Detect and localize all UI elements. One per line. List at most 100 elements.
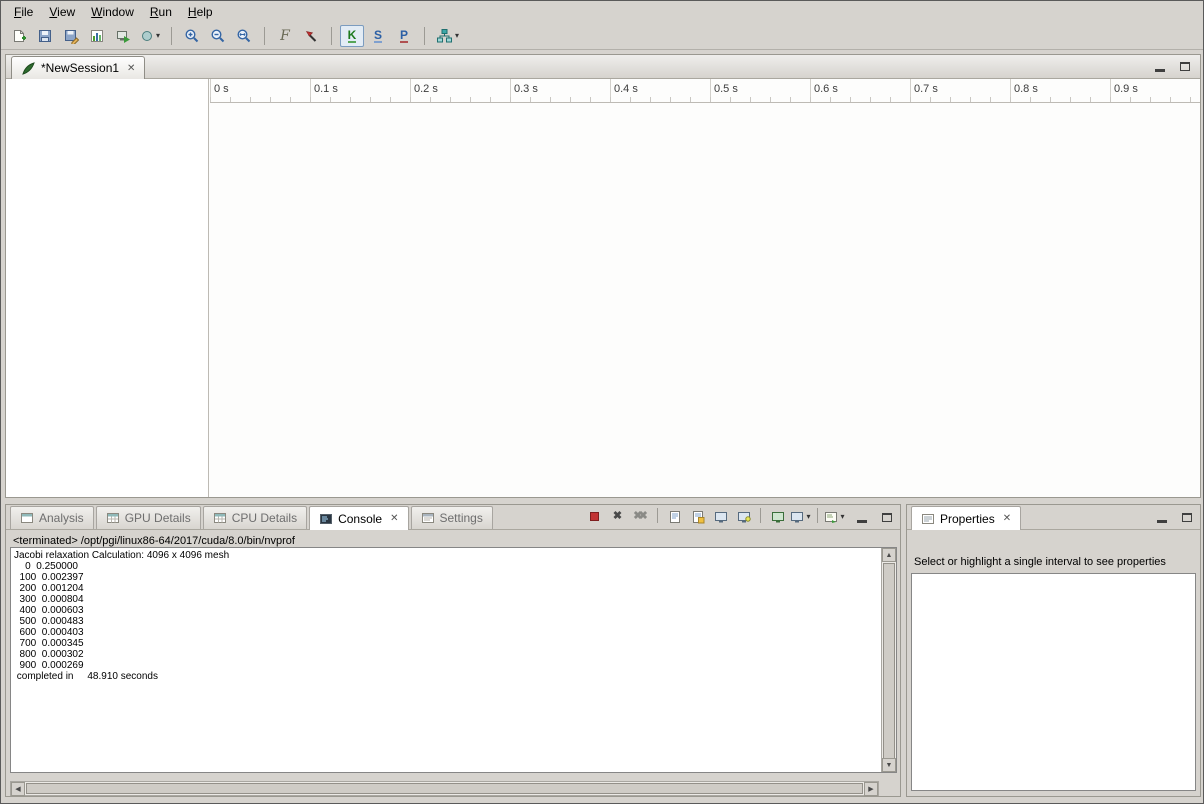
- analysis-tab-icon: [20, 511, 34, 525]
- display-console-icon: [790, 509, 804, 525]
- display-console-dropdown-button[interactable]: ▾: [790, 507, 811, 526]
- console-panel: Analysis GPU Details CPU Details Console…: [5, 504, 901, 797]
- remove-all-launches-button[interactable]: ✖✖: [630, 507, 651, 526]
- toolbar-separator: [657, 508, 658, 523]
- marker-f-button[interactable]: F: [273, 25, 297, 47]
- bottom-tab-bar: Analysis GPU Details CPU Details Console…: [6, 505, 900, 530]
- session-tab-label: *NewSession1: [41, 61, 119, 75]
- nvvp-window: File View Window Run Help ▾: [0, 0, 1204, 804]
- export-button[interactable]: [111, 25, 135, 47]
- ruler-tick: 0.9 s: [1110, 79, 1111, 102]
- show-console-on-output-button[interactable]: [733, 507, 754, 526]
- scroll-right-button[interactable]: ▶: [864, 782, 878, 796]
- settings-tab-icon: [421, 511, 435, 525]
- clear-console-icon: [667, 509, 683, 525]
- minimize-icon: [1157, 520, 1167, 523]
- reset-view-button[interactable]: [299, 25, 323, 47]
- word-wrap-button[interactable]: [687, 507, 708, 526]
- arrow-up-icon: ▲: [886, 552, 893, 559]
- new-session-button[interactable]: [7, 25, 31, 47]
- zoom-out-button[interactable]: [206, 25, 230, 47]
- menu-item[interactable]: Run: [142, 2, 180, 22]
- main-toolbar: ▾ F K S P ▾: [1, 23, 1203, 50]
- menu-item[interactable]: Help: [180, 2, 221, 22]
- minimize-button[interactable]: [1151, 58, 1169, 75]
- toolbar-separator: [331, 27, 332, 45]
- new-session-icon: [11, 28, 27, 44]
- analysis-dropdown-button[interactable]: ▾: [433, 25, 462, 47]
- chart-button[interactable]: [85, 25, 109, 47]
- marker-f-icon: F: [280, 28, 290, 44]
- properties-tab-bar: Properties ✕: [907, 505, 1200, 530]
- save-button[interactable]: [33, 25, 57, 47]
- scroll-up-button[interactable]: ▲: [882, 548, 896, 562]
- remove-launch-icon: ✖: [613, 511, 622, 522]
- menu-item[interactable]: File: [6, 2, 41, 22]
- console-horizontal-scrollbar[interactable]: ◀ ▶: [10, 781, 879, 796]
- tab-analysis[interactable]: Analysis: [10, 506, 94, 529]
- properties-tab-icon: [921, 512, 935, 526]
- pin-console-button[interactable]: [767, 507, 788, 526]
- tab-cpu-details[interactable]: CPU Details: [203, 506, 307, 529]
- ruler-tick: 0.1 s: [310, 79, 311, 102]
- close-icon[interactable]: ✕: [127, 63, 135, 74]
- session-tab[interactable]: *NewSession1 ✕: [11, 56, 145, 79]
- console-output-line: 100 0.002397: [14, 572, 879, 583]
- ruler-tick-label: 0.3 s: [514, 83, 538, 95]
- maximize-icon: [1180, 62, 1190, 71]
- maximize-button[interactable]: [878, 509, 896, 526]
- menu-item[interactable]: Window: [83, 2, 142, 22]
- minimize-button[interactable]: [853, 509, 871, 526]
- refresh-icon: [140, 28, 154, 44]
- minimize-button[interactable]: [1153, 509, 1171, 526]
- ruler-tick-label: 0.9 s: [1114, 83, 1138, 95]
- tab-console[interactable]: Console ✕: [309, 506, 408, 530]
- tab-properties[interactable]: Properties ✕: [911, 506, 1021, 530]
- zoom-in-button[interactable]: [180, 25, 204, 47]
- menu-bar: File View Window Run Help: [1, 1, 1203, 23]
- console-vertical-scrollbar[interactable]: ▲ ▼: [881, 548, 896, 772]
- ruler-tick: 0.5 s: [710, 79, 711, 102]
- tab-label: Properties: [940, 512, 995, 526]
- properties-content-area: [911, 573, 1196, 791]
- clear-console-button[interactable]: [664, 507, 685, 526]
- dropdown-arrow-icon: ▾: [156, 32, 160, 40]
- menu-item[interactable]: View: [41, 2, 83, 22]
- horizontal-scrollbar-thumb[interactable]: [26, 783, 863, 794]
- console-output-line: 500 0.000483: [14, 616, 879, 627]
- zoom-fit-button[interactable]: [232, 25, 256, 47]
- scroll-left-button[interactable]: ◀: [11, 782, 25, 796]
- maximize-icon: [1182, 513, 1192, 522]
- maximize-button[interactable]: [1176, 58, 1194, 75]
- zoom-in-icon: [184, 28, 200, 44]
- toolbar-separator: [760, 508, 761, 523]
- properties-panel: Properties ✕ Select or highlight a singl…: [906, 504, 1201, 797]
- scroll-lock-button[interactable]: [710, 507, 731, 526]
- process-toggle-button[interactable]: P: [392, 25, 416, 47]
- kernel-toggle-button[interactable]: K: [340, 25, 364, 47]
- console-output-line: 800 0.000302: [14, 649, 879, 660]
- ruler-tick-label: 0.5 s: [714, 83, 738, 95]
- vertical-scrollbar-thumb[interactable]: [883, 563, 895, 759]
- refresh-dropdown-button[interactable]: ▾: [137, 25, 163, 47]
- maximize-button[interactable]: [1178, 509, 1196, 526]
- toolbar-separator: [264, 27, 265, 45]
- save-as-button[interactable]: [59, 25, 83, 47]
- ruler-tick: 0.8 s: [1010, 79, 1011, 102]
- scroll-down-button[interactable]: ▼: [882, 758, 896, 772]
- terminate-button[interactable]: [584, 507, 605, 526]
- word-wrap-icon: [690, 509, 706, 525]
- minimize-icon: [1155, 69, 1165, 72]
- remove-launch-button[interactable]: ✖: [607, 507, 628, 526]
- open-console-dropdown-button[interactable]: ▾: [824, 507, 845, 526]
- ruler-tick-label: 0.8 s: [1014, 83, 1038, 95]
- tab-label: GPU Details: [125, 511, 191, 525]
- tab-gpu-details[interactable]: GPU Details: [96, 506, 201, 529]
- maximize-icon: [882, 513, 892, 522]
- tab-settings[interactable]: Settings: [411, 506, 493, 529]
- timeline-track-area[interactable]: [210, 103, 1200, 497]
- console-output-line: 300 0.000804: [14, 594, 879, 605]
- close-icon[interactable]: ✕: [390, 513, 398, 524]
- close-icon[interactable]: ✕: [1003, 513, 1011, 524]
- stream-toggle-button[interactable]: S: [366, 25, 390, 47]
